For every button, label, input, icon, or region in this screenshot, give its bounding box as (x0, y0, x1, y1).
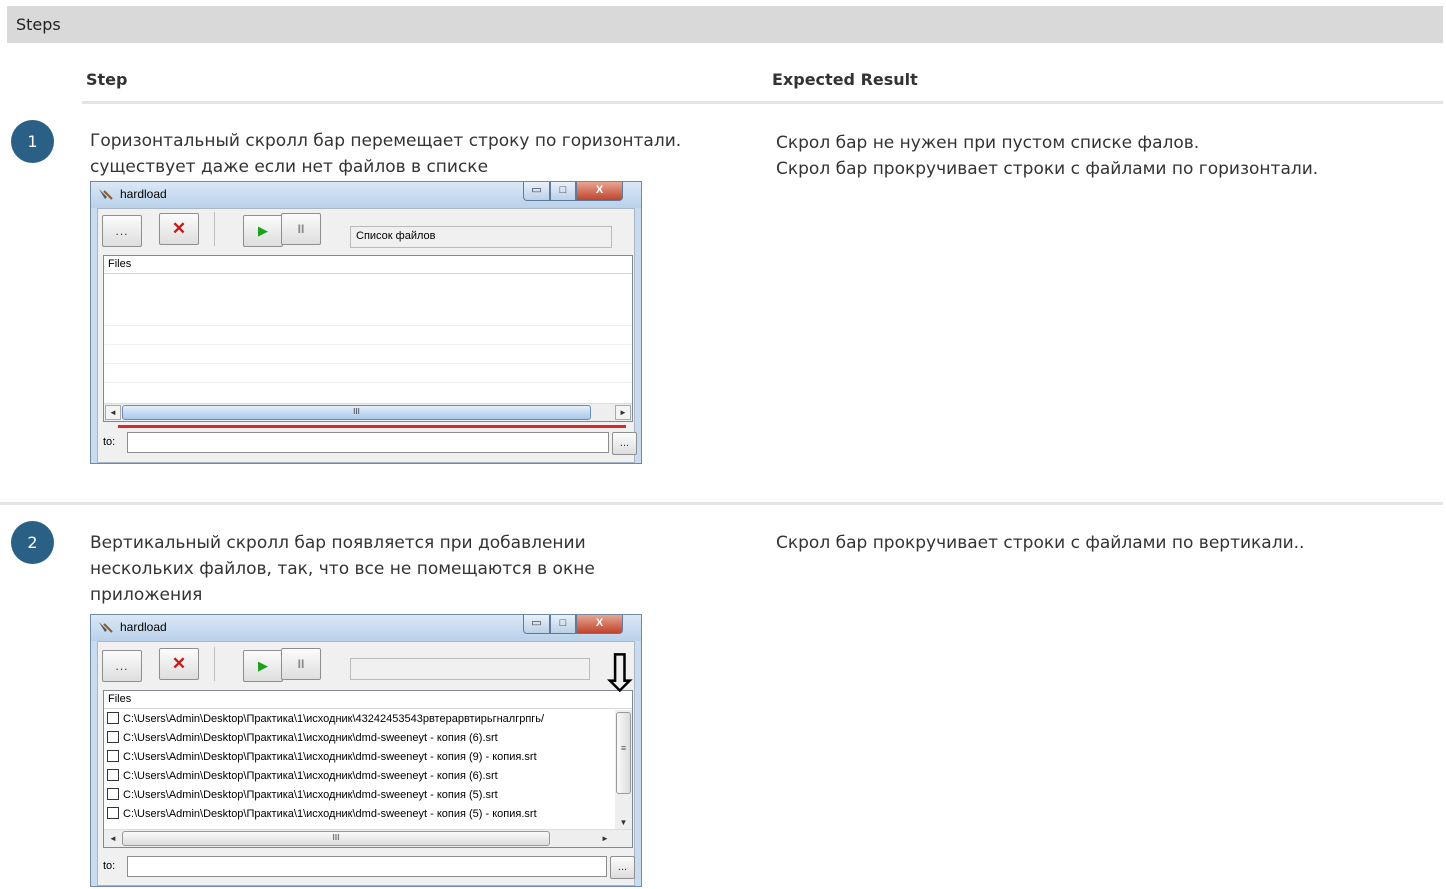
header-divider (82, 101, 1443, 104)
minimize-button[interactable]: ▭ (523, 182, 550, 201)
destination-input[interactable] (127, 432, 609, 453)
files-column-header[interactable]: Files (104, 691, 632, 709)
destination-input[interactable] (127, 856, 607, 877)
delete-button[interactable]: ✕ (159, 213, 199, 245)
down-arrow-annotation-icon: ⇩ (598, 645, 642, 703)
to-label: to: (103, 860, 116, 872)
horizontal-scroll-thumb[interactable]: III (122, 405, 591, 420)
vertical-scrollbar[interactable]: ≡ ▼ (615, 710, 632, 829)
files-column-header[interactable]: Files (104, 256, 632, 274)
file-checkbox[interactable] (107, 807, 119, 819)
delete-button[interactable]: ✕ (159, 648, 199, 680)
scroll-left-arrow-icon[interactable]: ◄ (105, 405, 121, 420)
close-button[interactable]: X (576, 182, 623, 201)
browse-files-button[interactable]: ... (102, 650, 142, 682)
file-path: C:\Users\Admin\Desktop\Практика\1\исходн… (123, 732, 498, 744)
file-checkbox[interactable] (107, 731, 119, 743)
play-button[interactable]: ▶ (243, 215, 283, 247)
window-titlebar: hardload ▭ □ X (91, 615, 641, 641)
file-checkbox[interactable] (107, 712, 119, 724)
file-list-item[interactable]: C:\Users\Admin\Desktop\Практика\1\исходн… (107, 805, 537, 824)
file-path: C:\Users\Admin\Desktop\Практика\1\исходн… (123, 770, 498, 782)
play-button[interactable]: ▶ (243, 650, 283, 682)
file-list-item[interactable]: C:\Users\Admin\Desktop\Практика\1\исходн… (107, 786, 498, 805)
expected-result-line: Скрол бар не нужен при пустом списке фал… (776, 133, 1200, 153)
expected-result-column-header: Expected Result (772, 70, 918, 89)
window-controls: ▭ □ X (523, 182, 636, 202)
pause-button[interactable]: II (281, 648, 321, 680)
steps-section-header[interactable]: Steps (7, 6, 1443, 43)
vertical-scroll-thumb[interactable]: ≡ (616, 712, 631, 794)
grid-line (104, 325, 632, 326)
grid-line (104, 344, 632, 345)
destination-browse-button[interactable]: ... (612, 432, 637, 455)
horizontal-scroll-thumb[interactable]: III (122, 831, 550, 846)
step-text-line: приложения (90, 585, 203, 605)
to-label: to: (103, 436, 116, 448)
file-checkbox[interactable] (107, 788, 119, 800)
horizontal-scrollbar[interactable]: ◄ III ► (104, 403, 632, 421)
browse-files-button[interactable]: ... (102, 215, 142, 247)
file-list[interactable]: Files ◄ III ► (103, 255, 633, 422)
window-client-area: ... ✕ ▶ II Список файлов Files ◄ III ► t… (97, 208, 637, 463)
toolbar-separator (214, 212, 215, 246)
file-list-item[interactable]: C:\Users\Admin\Desktop\Практика\1\исходн… (107, 767, 498, 786)
window-client-area: ... ✕ ▶ II Files C:\Users\Admin\Desktop\… (97, 641, 641, 886)
maximize-button[interactable]: □ (550, 615, 576, 634)
toolbar-separator (214, 647, 215, 681)
horizontal-scrollbar[interactable]: ◄ III ► (104, 829, 632, 847)
file-list[interactable]: Files C:\Users\Admin\Desktop\Практика\1\… (103, 690, 633, 848)
highlight-underline (118, 425, 626, 428)
destination-browse-button[interactable]: ... (610, 856, 635, 879)
expected-result: Скрол бар прокручивает строки с файлами … (776, 530, 1304, 556)
maximize-button[interactable]: □ (550, 182, 576, 201)
scroll-left-arrow-icon[interactable]: ◄ (105, 831, 121, 846)
scroll-down-arrow-icon[interactable]: ▼ (615, 818, 632, 827)
step-number-badge: 2 (11, 521, 54, 564)
steps-section-title: Steps (16, 15, 61, 34)
shovel-icon (99, 189, 113, 200)
pause-button[interactable]: II (281, 213, 321, 245)
file-list-item[interactable]: C:\Users\Admin\Desktop\Практика\1\исходн… (107, 729, 498, 748)
file-path: C:\Users\Admin\Desktop\Практика\1\исходн… (123, 713, 545, 725)
file-list-item[interactable]: C:\Users\Admin\Desktop\Практика\1\исходн… (107, 748, 537, 767)
step-row-divider (0, 502, 1443, 505)
file-path: C:\Users\Admin\Desktop\Практика\1\исходн… (123, 751, 537, 763)
expected-result: Скрол бар не нужен при пустом списке фал… (776, 130, 1318, 182)
grid-line (104, 363, 632, 364)
grid-line (104, 382, 632, 383)
step-text-line: Горизонтальный скролл бар перемещает стр… (90, 131, 682, 151)
window-titlebar: hardload ▭ □ X (91, 182, 641, 208)
file-path: C:\Users\Admin\Desktop\Практика\1\исходн… (123, 789, 498, 801)
file-list-item[interactable]: C:\Users\Admin\Desktop\Практика\1\исходн… (107, 710, 544, 729)
window-title: hardload (120, 187, 167, 201)
shovel-icon (99, 622, 113, 633)
minimize-button[interactable]: ▭ (523, 615, 550, 634)
status-field (350, 658, 590, 680)
step-description: Горизонтальный скролл бар перемещает стр… (90, 128, 681, 180)
step-column-header: Step (86, 70, 128, 89)
window-title: hardload (120, 620, 167, 634)
close-button[interactable]: X (576, 615, 623, 634)
file-checkbox[interactable] (107, 769, 119, 781)
status-field: Список файлов (350, 226, 612, 248)
step-text-line: Вертикальный скролл бар появляется при д… (90, 533, 586, 553)
app-window-screenshot: hardload ▭ □ X ... ✕ ▶ II Список файлов … (90, 181, 642, 464)
scroll-right-arrow-icon[interactable]: ► (615, 405, 631, 420)
step-text-line: существует даже если нет файлов в списке (90, 157, 489, 177)
step-text-line: нескольких файлов, так, что все не помещ… (90, 559, 595, 579)
step-number-badge: 1 (11, 120, 54, 163)
step-description: Вертикальный скролл бар появляется при д… (90, 530, 595, 608)
expected-result-line: Скрол бар прокручивает строки с файлами … (776, 533, 1305, 553)
file-checkbox[interactable] (107, 750, 119, 762)
file-path: C:\Users\Admin\Desktop\Практика\1\исходн… (123, 808, 537, 820)
window-controls: ▭ □ X (523, 615, 636, 635)
app-window-screenshot: hardload ▭ □ X ... ✕ ▶ II Files C:\Users… (90, 614, 642, 887)
scroll-right-arrow-icon[interactable]: ► (597, 831, 613, 846)
expected-result-line: Скрол бар прокручивает строки с файлами … (776, 159, 1319, 179)
